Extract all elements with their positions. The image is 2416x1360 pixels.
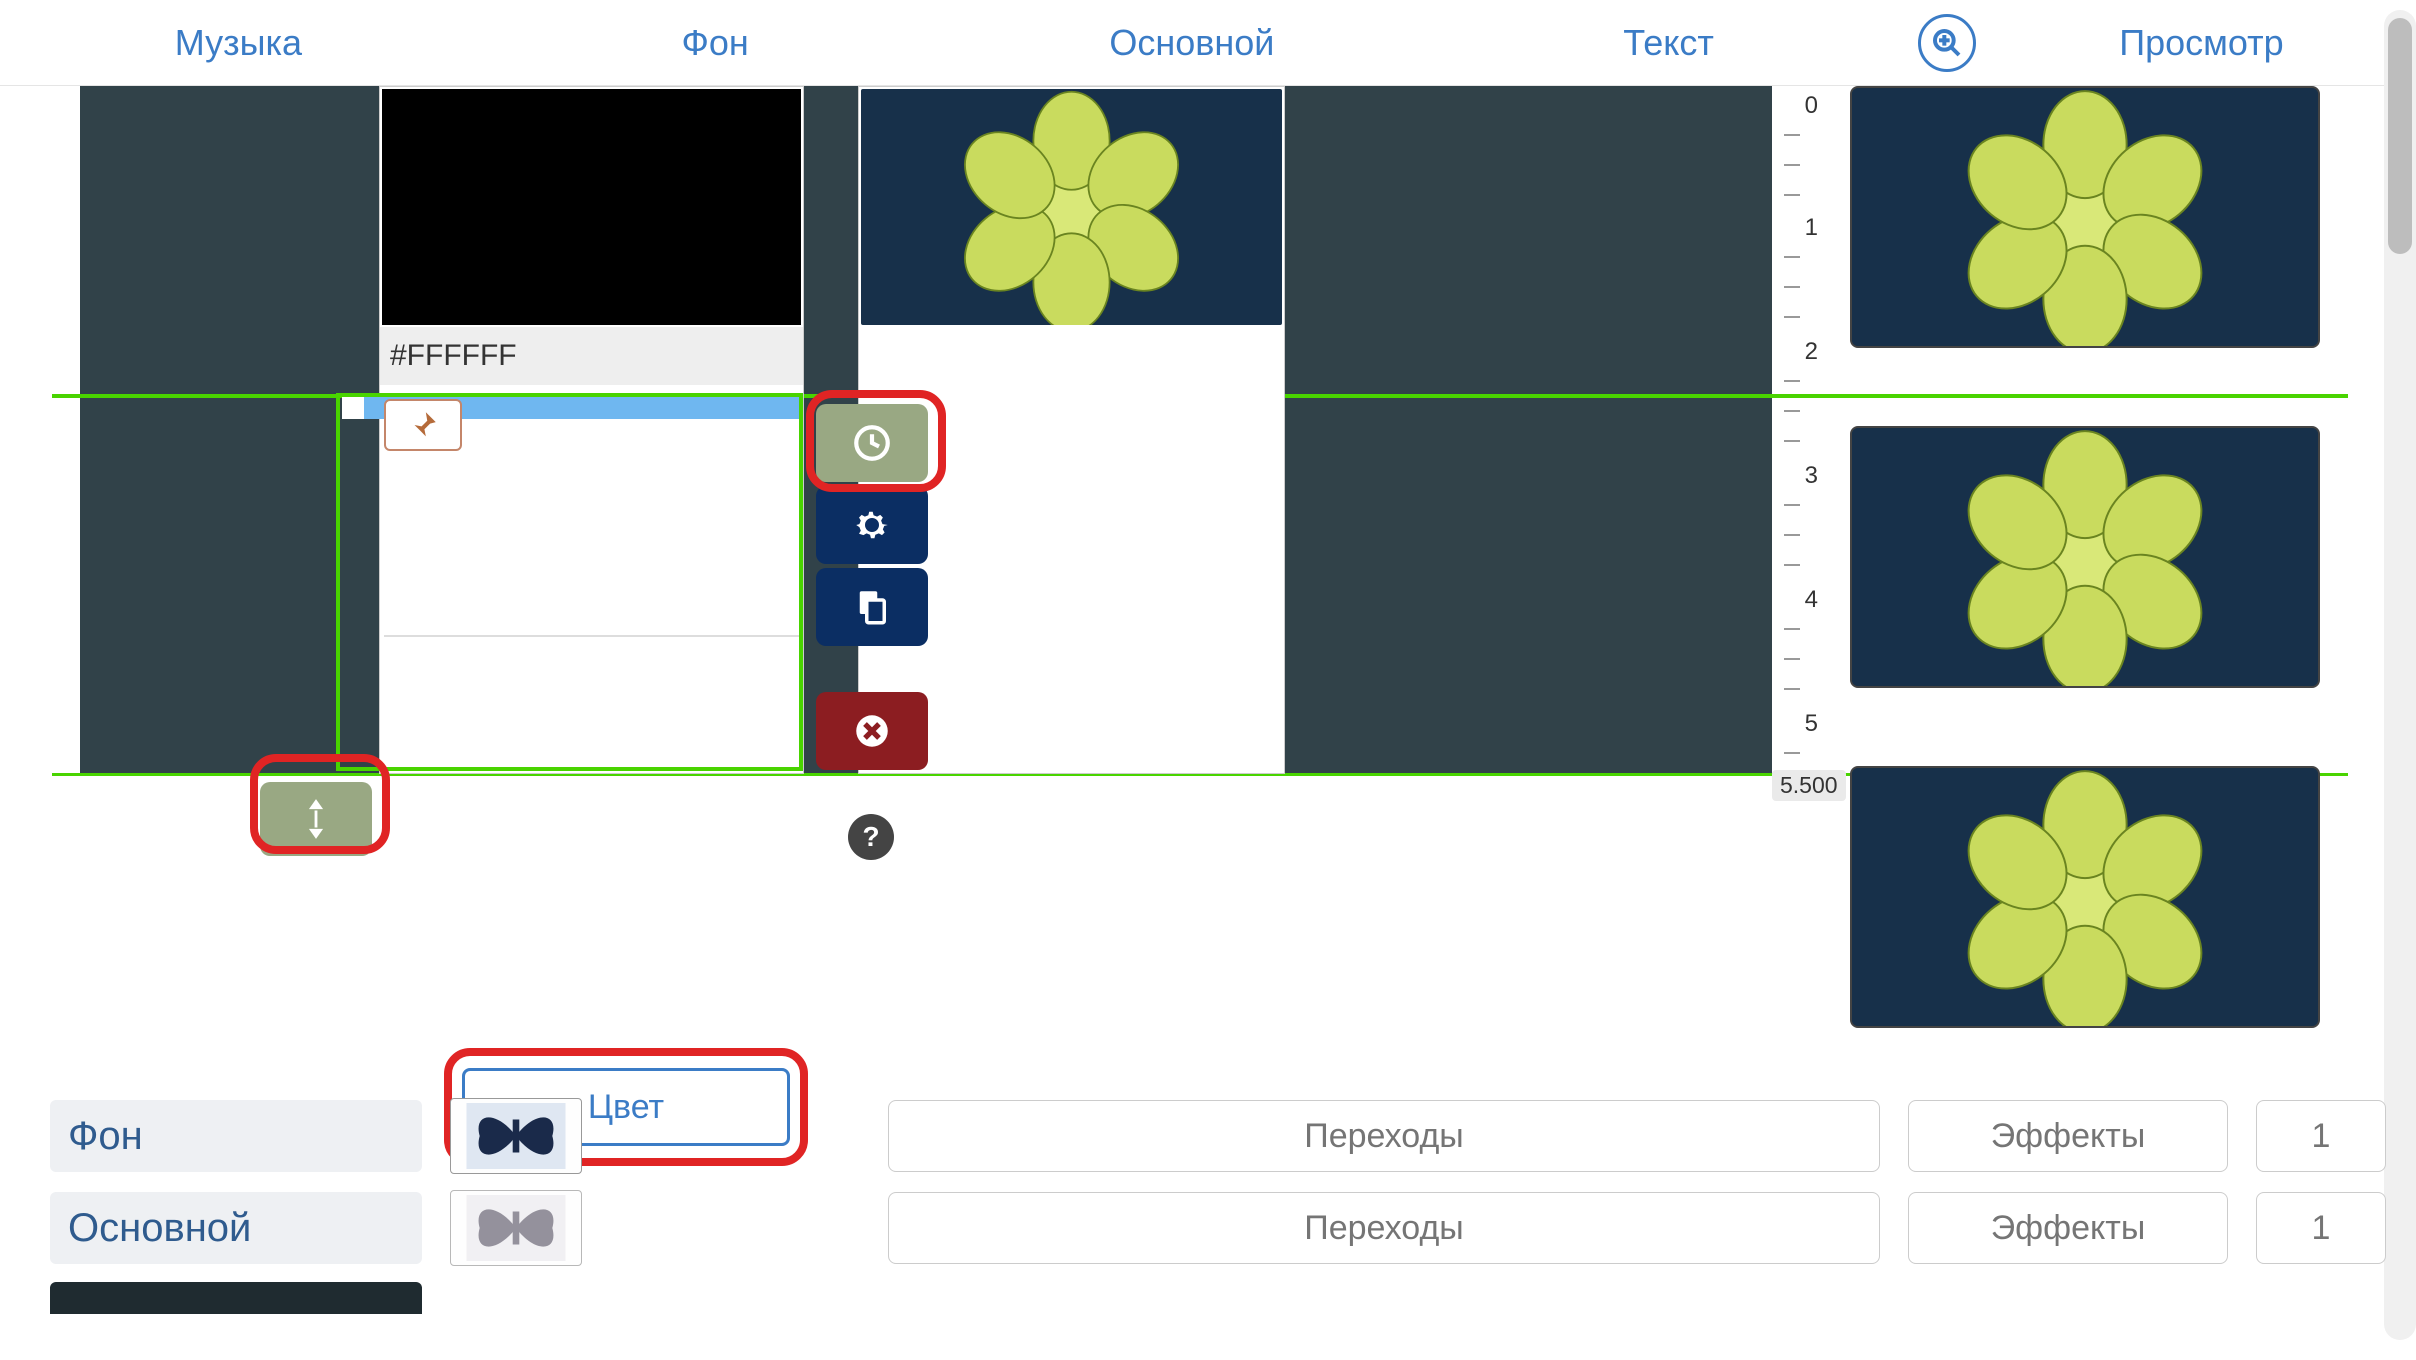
- time-ruler: 0 1 2 3 4 5 5.500: [1778, 86, 1838, 866]
- transition-select-main[interactable]: [888, 1192, 1880, 1264]
- zoom-in-button[interactable]: [1918, 14, 1976, 72]
- zoom-in-icon: [1931, 27, 1963, 59]
- tab-preview[interactable]: Просмотр: [1987, 22, 2416, 64]
- clip-divider: [384, 635, 799, 637]
- pin-button[interactable]: [384, 399, 462, 451]
- layer-thumbnail-main[interactable]: [450, 1190, 582, 1266]
- tab-text[interactable]: Текст: [1430, 22, 1907, 64]
- tab-main[interactable]: Основной: [953, 22, 1430, 64]
- layer-panel: Фон Основной: [50, 1090, 2386, 1314]
- tab-music[interactable]: Музыка: [0, 22, 477, 64]
- ruler-tick-0: 0: [1778, 92, 1818, 120]
- preview-frame-2[interactable]: [1850, 426, 2320, 688]
- layer-row-collapsed[interactable]: [50, 1282, 422, 1314]
- layer-row-main: Основной: [50, 1182, 2386, 1274]
- layer-label-background[interactable]: Фон: [50, 1100, 422, 1172]
- layer-label-main[interactable]: Основной: [50, 1192, 422, 1264]
- layer-thumbnail-background[interactable]: [450, 1098, 582, 1174]
- effects-select-main[interactable]: [1908, 1192, 2228, 1264]
- stretch-button[interactable]: [260, 782, 372, 856]
- effects-count-background[interactable]: [2256, 1100, 2386, 1172]
- preview-frame-3[interactable]: [1850, 766, 2320, 1028]
- settings-button[interactable]: [816, 486, 928, 564]
- delete-icon: [851, 710, 893, 752]
- stretch-vertical-icon: [299, 796, 333, 842]
- duration-button[interactable]: [816, 404, 928, 482]
- ruler-tick-4: 4: [1778, 586, 1818, 614]
- effects-count-main[interactable]: [2256, 1192, 2386, 1264]
- pin-icon: [406, 408, 440, 442]
- copy-button[interactable]: [816, 568, 928, 646]
- ruler-end-time: 5.500: [1772, 770, 1846, 801]
- background-color-swatch: [382, 89, 801, 325]
- preview-column: [1850, 86, 2320, 1106]
- help-icon: ?: [862, 821, 879, 853]
- ruler-tick-5: 5: [1778, 710, 1818, 738]
- layer-row-background: Фон: [50, 1090, 2386, 1182]
- timeline-area: #FFFFFF: [0, 86, 2416, 1086]
- header-tabs: Музыка Фон Основной Текст Просмотр: [0, 0, 2416, 86]
- clock-icon: [851, 422, 893, 464]
- preview-frame-1[interactable]: [1850, 86, 2320, 348]
- main-clip-thumbnail: [861, 89, 1282, 325]
- tab-background[interactable]: Фон: [477, 22, 954, 64]
- ruler-tick-1: 1: [1778, 214, 1818, 242]
- ruler-tick-3: 3: [1778, 462, 1818, 490]
- delete-button[interactable]: [816, 692, 928, 770]
- background-clip[interactable]: #FFFFFF: [379, 86, 804, 774]
- transition-select-background[interactable]: [888, 1100, 1880, 1172]
- effects-select-background[interactable]: [1908, 1100, 2228, 1172]
- copy-icon: [851, 586, 893, 628]
- ruler-tick-2: 2: [1778, 338, 1818, 366]
- clip-tool-column: ?: [816, 404, 951, 860]
- background-hex-label: #FFFFFF: [380, 327, 803, 385]
- gear-icon: [851, 504, 893, 546]
- help-button[interactable]: ?: [848, 814, 894, 860]
